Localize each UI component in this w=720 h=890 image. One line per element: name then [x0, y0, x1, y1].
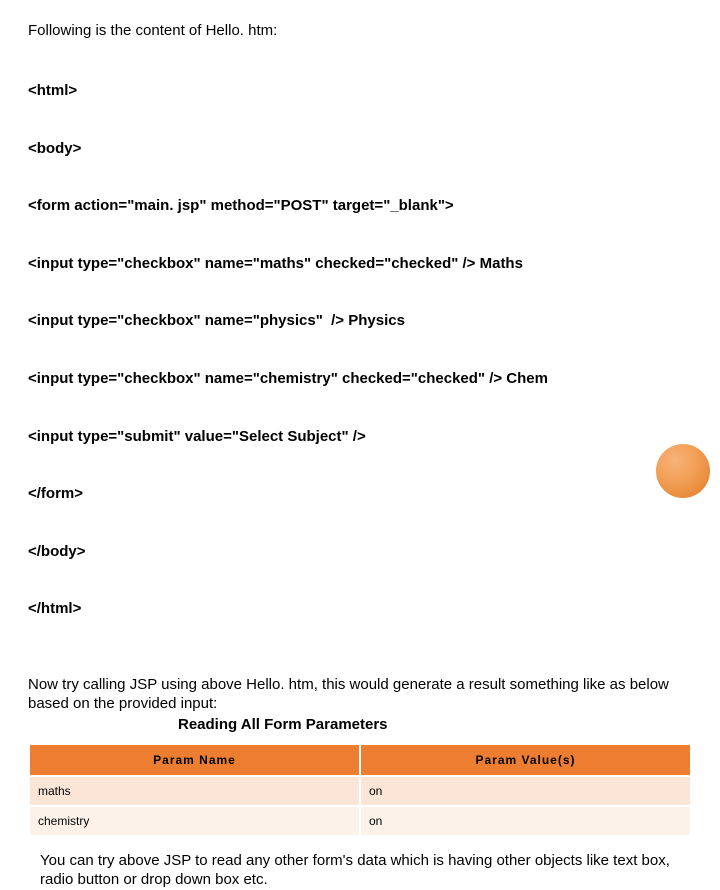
table-row: maths on — [30, 777, 690, 805]
after-text: Now try calling JSP using above Hello. h… — [28, 675, 692, 714]
code-line: </html> — [28, 599, 692, 618]
closing-text: You can try above JSP to read any other … — [28, 851, 692, 890]
table-cell: maths — [30, 777, 359, 805]
table-header: Param Name — [30, 745, 359, 775]
code-block: <html> <body> <form action="main. jsp" m… — [28, 43, 692, 657]
code-line: <input type="checkbox" name="chemistry" … — [28, 369, 692, 388]
code-line: <input type="checkbox" name="physics" />… — [28, 311, 692, 330]
decorative-orb-icon — [656, 444, 710, 498]
section-heading: Reading All Form Parameters — [28, 716, 692, 733]
code-line: <input type="checkbox" name="maths" chec… — [28, 254, 692, 273]
code-line: <body> — [28, 139, 692, 158]
code-line: <html> — [28, 81, 692, 100]
table-row: chemistry on — [30, 807, 690, 835]
code-line: </form> — [28, 484, 692, 503]
table-header-row: Param Name Param Value(s) — [30, 745, 690, 775]
params-table: Param Name Param Value(s) maths on chemi… — [28, 743, 692, 837]
table-header: Param Value(s) — [361, 745, 690, 775]
table-cell: on — [361, 807, 690, 835]
code-line: <form action="main. jsp" method="POST" t… — [28, 196, 692, 215]
table-cell: chemistry — [30, 807, 359, 835]
table-cell: on — [361, 777, 690, 805]
code-line: <input type="submit" value="Select Subje… — [28, 427, 692, 446]
code-line: </body> — [28, 542, 692, 561]
intro-text: Following is the content of Hello. htm: — [28, 22, 692, 41]
